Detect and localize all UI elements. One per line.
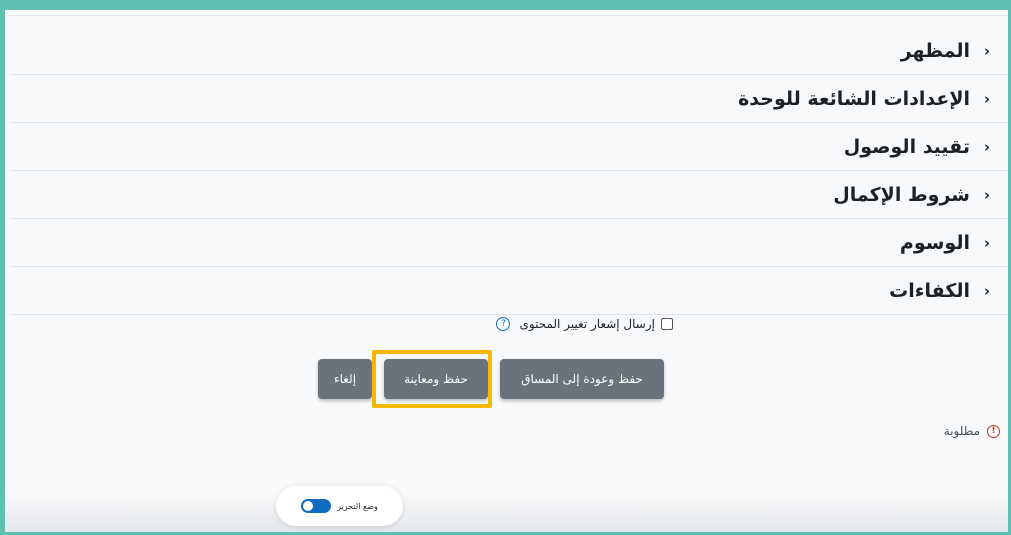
edit-mode-switch[interactable]: وضع التحرير	[276, 486, 403, 526]
section-common-module-settings[interactable]: ‹ الإعدادات الشائعة للوحدة	[10, 75, 1008, 123]
section-appearance[interactable]: ‹ المظهر	[10, 27, 1008, 75]
section-restrict-access[interactable]: ‹ تقييد الوصول	[10, 123, 1008, 171]
cancel-button[interactable]: إلغاء	[318, 359, 372, 399]
collapsible-sections: ‹ المظهر ‹ الإعدادات الشائعة للوحدة ‹ تق…	[10, 27, 1008, 315]
edit-mode-label: وضع التحرير	[337, 501, 378, 511]
notify-checkbox[interactable]	[661, 318, 673, 330]
required-legend: ! مطلوبة	[944, 424, 1000, 438]
save-and-preview-button[interactable]: حفظ ومعاينة	[384, 359, 488, 399]
section-title: المظهر	[900, 39, 970, 62]
question-circle-icon[interactable]: ?	[496, 317, 511, 331]
chevron-left-icon: ‹	[983, 137, 991, 156]
section-title: شروط الإكمال	[833, 183, 970, 206]
notify-content-change-row: إرسال إشعار تغيير المحتوى ?	[496, 317, 673, 331]
chevron-left-icon: ‹	[983, 89, 991, 108]
section-competencies[interactable]: ‹ الكفاءات	[10, 267, 1008, 315]
footer-shadow	[5, 494, 1008, 532]
edit-mode-toggle[interactable]	[301, 499, 332, 513]
divider	[5, 15, 1008, 16]
notify-label: إرسال إشعار تغيير المحتوى	[519, 317, 655, 331]
exclamation-circle-icon: !	[987, 424, 1000, 438]
required-label: مطلوبة	[943, 424, 980, 438]
section-title: الوسوم	[899, 231, 970, 254]
section-title: الإعدادات الشائعة للوحدة	[738, 87, 970, 110]
section-tags[interactable]: ‹ الوسوم	[10, 219, 1008, 267]
chevron-left-icon: ‹	[983, 281, 991, 300]
save-and-return-button[interactable]: حفظ وعودة إلى المساق	[500, 359, 664, 399]
chevron-left-icon: ‹	[983, 185, 991, 204]
toggle-knob	[303, 501, 314, 511]
chevron-left-icon: ‹	[983, 41, 991, 60]
section-title: الكفاءات	[889, 279, 970, 302]
section-title: تقييد الوصول	[843, 135, 970, 158]
section-completion-conditions[interactable]: ‹ شروط الإكمال	[10, 171, 1008, 219]
chevron-left-icon: ‹	[983, 233, 991, 252]
course-module-settings-form: ‹ المظهر ‹ الإعدادات الشائعة للوحدة ‹ تق…	[5, 10, 1008, 532]
